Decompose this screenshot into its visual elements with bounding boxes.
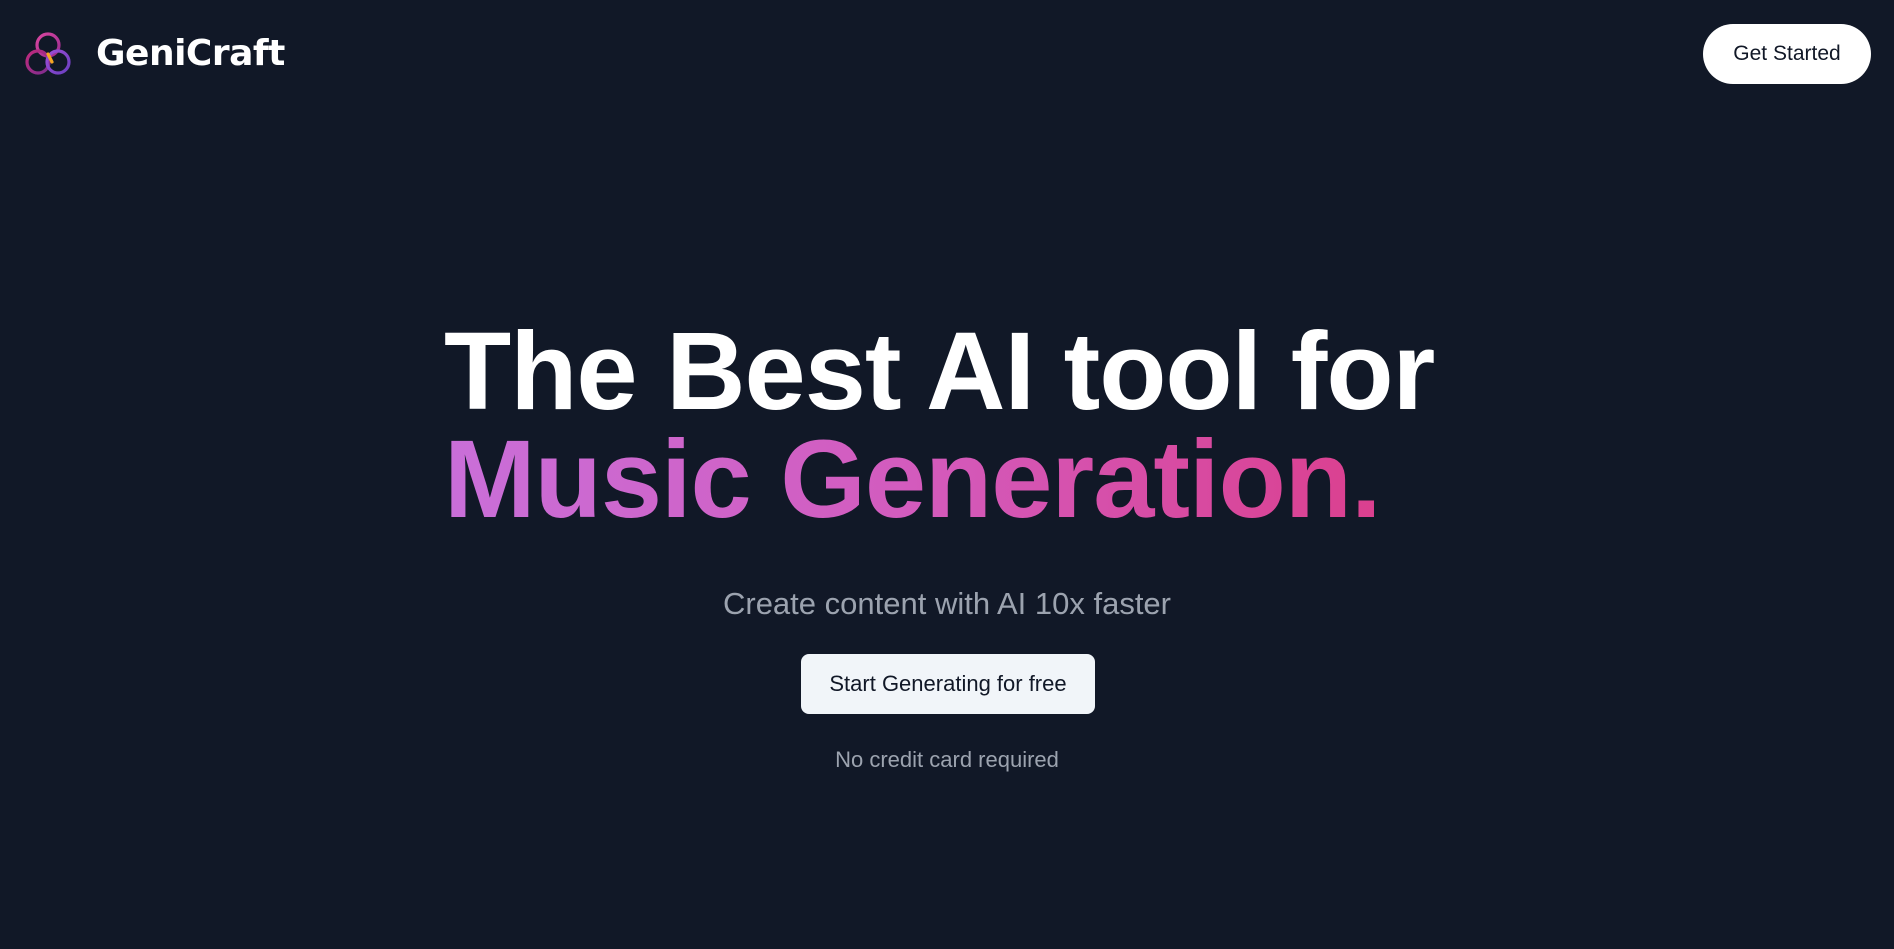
no-credit-card-note: No credit card required [835,747,1059,772]
hero-section: The Best AI tool for Music Generation. C… [0,0,1894,949]
start-generating-button[interactable]: Start Generating for free [801,654,1095,714]
hero-subtitle: Create content with AI 10x faster [722,586,1172,621]
hero-headline: The Best AI tool for Music Generation. [444,310,1435,541]
headline-line-2-gradient: Music Generation. [444,418,1382,541]
landing-page: GeniCraft Get Started The Best AI tool f… [0,0,1894,949]
headline-line-1: The Best AI tool for [444,310,1435,433]
